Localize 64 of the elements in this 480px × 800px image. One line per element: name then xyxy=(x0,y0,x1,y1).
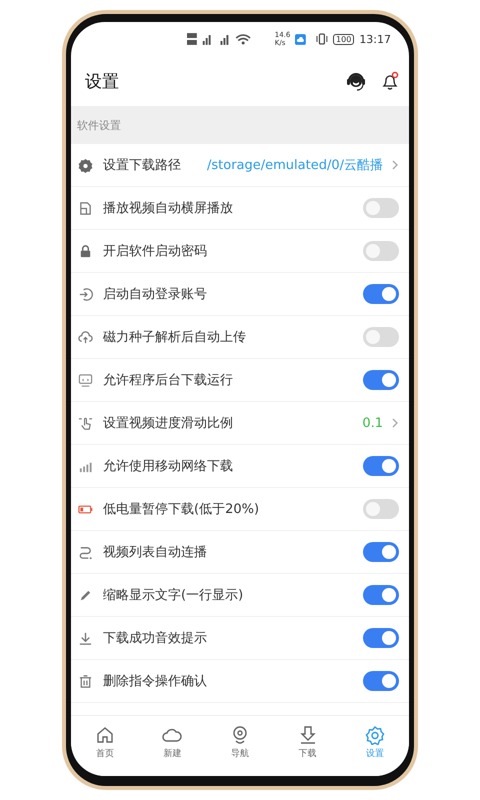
toggle-switch[interactable] xyxy=(363,585,399,605)
trash-icon xyxy=(78,674,93,688)
hand-icon xyxy=(78,416,93,430)
home-icon xyxy=(94,724,115,744)
setting-label: 低电量暂停下载(低于20%) xyxy=(103,501,260,518)
tab-item[interactable]: 首页 xyxy=(71,716,139,768)
download-icon xyxy=(78,630,93,646)
setting-label: 允许程序后台下载运行 xyxy=(103,372,233,389)
settings-row[interactable]: 允许程序后台下载运行 xyxy=(71,359,409,402)
tab-item[interactable]: 导航 xyxy=(206,716,274,768)
toggle-switch[interactable] xyxy=(363,628,399,648)
settings-row[interactable]: 播放视频自动横屏播放 xyxy=(71,187,409,230)
setting-label: 开启软件启动密码 xyxy=(103,243,207,260)
tab-item[interactable]: 下载 xyxy=(274,716,342,768)
settings-row[interactable]: 允许使用移动网络下载 xyxy=(71,445,409,488)
section-title: 软件设置 xyxy=(77,118,121,132)
login-icon xyxy=(78,286,93,302)
headset-icon[interactable] xyxy=(345,70,367,92)
chevron-icon xyxy=(391,159,399,171)
setting-label: 播放视频自动横屏播放 xyxy=(103,200,233,217)
battery-indicator: 100 xyxy=(333,34,354,44)
toggle-switch[interactable] xyxy=(363,370,399,390)
settings-row[interactable]: 启动自动登录账号 xyxy=(71,273,409,316)
settings-row[interactable]: 视频列表自动连播 xyxy=(71,531,409,574)
setting-label: 允许使用移动网络下载 xyxy=(103,458,233,475)
lock-icon xyxy=(78,244,93,258)
settings-row[interactable]: 开启软件启动密码 xyxy=(71,230,409,273)
settings-row[interactable]: 低电量暂停下载(低于20%) xyxy=(71,488,409,531)
loop-icon xyxy=(78,544,93,560)
settings-row[interactable]: 缩略显示文字(一行显示) xyxy=(71,574,409,617)
settings-row[interactable]: 下载成功音效提示 xyxy=(71,617,409,660)
vibrate-icon xyxy=(316,33,328,45)
setting-label: 视频列表自动连播 xyxy=(103,544,207,561)
setting-label: 设置下载路径 xyxy=(103,157,181,174)
setting-value: /storage/emulated/0/云酷播 xyxy=(206,157,383,174)
tab-item[interactable]: 新建 xyxy=(138,716,206,768)
toggle-switch[interactable] xyxy=(363,671,399,691)
monitor-icon xyxy=(78,372,93,388)
settings-row[interactable]: 设置视频进度滑动比例 0.1 xyxy=(71,402,409,445)
status-time: 13:17 xyxy=(359,32,392,46)
cloud-upload-icon xyxy=(78,330,93,344)
setting-label: 设置视频进度滑动比例 xyxy=(103,415,233,432)
settings-icon xyxy=(365,724,386,744)
cloud-app-icon xyxy=(295,34,306,44)
gear-icon xyxy=(78,158,93,172)
toggle-switch[interactable] xyxy=(363,327,399,347)
setting-label: 启动自动登录账号 xyxy=(103,286,207,303)
page-title: 设置 xyxy=(85,70,119,92)
chevron-icon xyxy=(391,417,399,429)
toggle-switch[interactable] xyxy=(363,499,399,519)
toggle-switch[interactable] xyxy=(363,456,399,476)
settings-row[interactable]: 删除指令操作确认 xyxy=(71,660,409,703)
toggle-switch[interactable] xyxy=(363,198,399,218)
setting-label: 删除指令操作确认 xyxy=(103,673,207,690)
settings-row[interactable]: 设置下载路径 /storage/emulated/0/云酷播 xyxy=(71,144,409,187)
toggle-switch[interactable] xyxy=(363,284,399,304)
toggle-switch[interactable] xyxy=(363,542,399,562)
setting-label: 磁力种子解析后自动上传 xyxy=(103,329,246,346)
setting-value: 0.1 xyxy=(362,416,383,430)
setting-label: 缩略显示文字(一行显示) xyxy=(103,587,244,604)
toggle-switch[interactable] xyxy=(363,241,399,261)
setting-label: 下载成功音效提示 xyxy=(103,630,207,647)
settings-row[interactable]: 磁力种子解析后自动上传 xyxy=(71,316,409,359)
document-icon xyxy=(78,200,93,216)
